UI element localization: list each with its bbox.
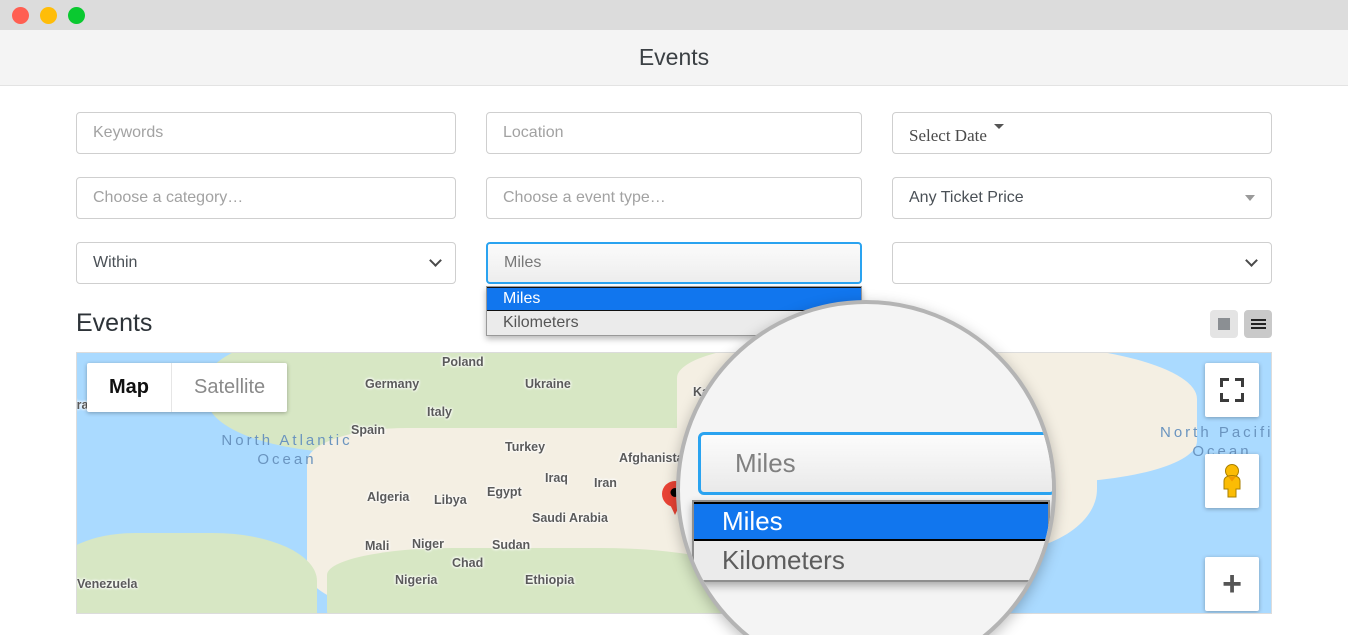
location-placeholder: Location [503,124,564,141]
country-label: Mali [365,539,390,553]
list-view-button[interactable] [1244,309,1272,338]
country-label: Niger [412,537,444,551]
unit-select-value: Miles [504,254,542,271]
unit-select[interactable]: Miles [486,242,862,284]
map-type-control: Map Satellite [87,363,288,412]
chevron-down-icon [1245,195,1255,201]
page-title: Events [638,44,710,70]
fullscreen-button[interactable] [1205,363,1259,417]
keywords-placeholder: Keywords [93,124,164,141]
magnified-dropdown: Miles Kilometers [692,500,1050,582]
country-label: Venezuela [77,577,138,591]
events-map[interactable]: Map Satellite North Atlantic Ocean North… [76,352,1272,614]
magnified-option-miles: Miles [694,502,1048,541]
street-view-button[interactable] [1205,454,1259,508]
country-label: Libya [434,493,467,507]
minimize-window-button[interactable] [40,6,57,24]
country-label: Ethiopia [525,573,575,587]
ocean-label-north-atlantic: North Atlantic Ocean [221,432,353,468]
plus-icon: + [1222,565,1242,603]
view-toggle-group [1210,309,1272,338]
chevron-down-icon [1245,254,1258,267]
page-content: Keywords Location Select Date Choose a c… [0,86,1348,635]
country-label: Iran [594,476,617,490]
ticket-price-select[interactable]: Any Ticket Price [892,177,1272,219]
country-label: Spain [351,423,386,437]
keywords-input[interactable]: Keywords [76,112,456,154]
window-titlebar [0,0,1348,30]
country-label: Sudan [492,538,531,552]
select-date-button[interactable]: Select Date [892,112,1272,154]
ticket-price-value: Any Ticket Price [909,189,1024,206]
country-label: Turkey [505,440,546,454]
magnifier-content: Miles Miles Kilometers [680,304,1052,635]
within-value: Within [93,254,138,271]
location-input[interactable]: Location [486,112,862,154]
country-label: Poland [442,355,484,369]
magnified-unit-select: Miles [698,432,1052,495]
pegman-icon [1223,464,1241,498]
within-select[interactable]: Within [76,242,456,284]
event-search-form: Keywords Location Select Date Choose a c… [76,86,1272,336]
select-date-label: Select Date [909,126,987,145]
magnified-option-kilometers: Kilometers [722,545,845,575]
maximize-window-button[interactable] [68,6,85,24]
country-label: Egypt [487,485,522,499]
event-type-select[interactable]: Choose a event type… [486,177,862,219]
country-label: Ukraine [525,377,571,391]
country-label: Chad [452,556,484,570]
country-label: Saudi Arabia [532,511,608,525]
country-label: Germany [365,377,420,391]
app-header: Events [0,30,1348,86]
list-icon [1250,317,1266,331]
country-label: Nigeria [395,573,438,587]
country-label: Iraq [545,471,568,485]
map-landmass [77,533,317,613]
caret-down-icon [993,124,1004,129]
map-type-map[interactable]: Map [87,363,172,412]
category-select[interactable]: Choose a category… [76,177,456,219]
chevron-down-icon [429,254,442,267]
grid-view-button[interactable] [1210,309,1238,338]
radius-select[interactable] [892,242,1272,284]
zoom-in-button[interactable]: + [1205,557,1259,611]
close-window-button[interactable] [12,6,29,24]
magnifier-overlay: Miles Miles Kilometers [676,300,1056,635]
fullscreen-icon [1220,378,1244,402]
country-label: Algeria [367,490,410,504]
map-type-satellite[interactable]: Satellite [172,363,287,412]
grid-icon [1218,317,1230,330]
category-placeholder: Choose a category… [93,189,244,206]
event-type-placeholder: Choose a event type… [503,189,666,206]
magnified-select-value: Miles [735,448,796,478]
events-heading: Events [76,309,153,337]
country-label: Italy [427,405,453,419]
unit-select-wrapper: Miles Miles Kilometers [486,242,862,336]
